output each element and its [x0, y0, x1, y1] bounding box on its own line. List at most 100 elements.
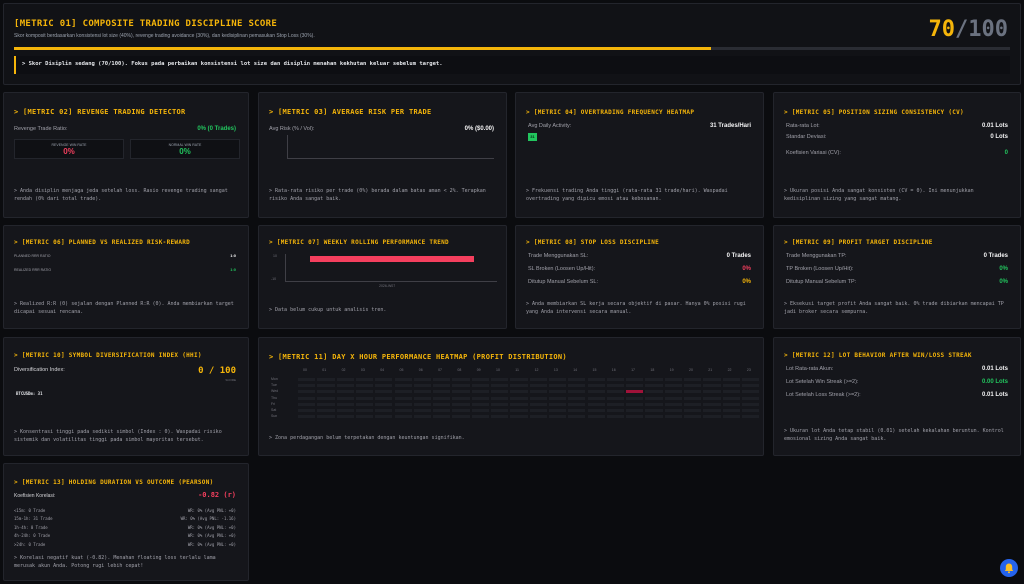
heatmap-cell[interactable] — [374, 408, 394, 413]
heatmap-cell[interactable] — [451, 408, 471, 413]
heatmap-cell[interactable] — [625, 408, 645, 413]
heatmap-cell[interactable] — [547, 395, 568, 401]
heatmap-cell[interactable] — [316, 401, 336, 407]
heatmap-cell[interactable] — [567, 395, 587, 401]
heatmap-cell[interactable] — [393, 389, 413, 395]
heatmap-cell[interactable] — [509, 383, 529, 389]
heatmap-cell[interactable] — [297, 383, 317, 389]
heatmap-cell[interactable] — [374, 401, 394, 407]
heatmap-cell[interactable] — [393, 395, 413, 401]
heatmap-cell[interactable] — [412, 377, 433, 382]
heatmap-cell[interactable] — [683, 377, 703, 382]
heatmap-cell[interactable] — [625, 389, 645, 395]
heatmap-cell[interactable] — [412, 389, 433, 395]
heatmap-cell[interactable] — [605, 383, 626, 389]
heatmap-cell[interactable] — [335, 395, 355, 401]
heatmap-cell[interactable] — [586, 408, 606, 413]
heatmap-cell[interactable] — [297, 377, 317, 382]
heatmap-cell[interactable] — [605, 395, 626, 401]
heatmap-cell[interactable] — [567, 414, 587, 420]
heatmap-cell[interactable] — [721, 383, 741, 389]
heatmap-cell[interactable] — [335, 383, 355, 389]
heatmap-cell[interactable] — [509, 389, 529, 395]
heatmap-cell[interactable] — [316, 389, 336, 395]
heatmap-cell[interactable] — [547, 414, 568, 420]
heatmap-cell[interactable] — [644, 395, 664, 401]
heatmap-cell[interactable] — [740, 414, 761, 420]
heatmap-cell[interactable] — [567, 408, 587, 413]
heatmap-cell[interactable] — [374, 377, 394, 382]
heatmap-cell[interactable] — [547, 377, 568, 382]
heatmap-cell[interactable] — [663, 408, 683, 413]
heatmap-cell[interactable] — [412, 383, 433, 389]
heatmap-cell[interactable] — [528, 383, 548, 389]
heatmap-cell[interactable] — [625, 401, 645, 407]
heatmap-cell[interactable] — [470, 401, 490, 407]
heatmap-cell[interactable] — [451, 377, 471, 382]
heatmap-cell[interactable] — [547, 383, 568, 389]
heatmap-cell[interactable] — [740, 389, 761, 395]
heatmap-cell[interactable] — [702, 389, 722, 395]
heatmap-cell[interactable] — [490, 414, 510, 420]
heatmap-cell[interactable] — [451, 401, 471, 407]
heatmap-cell[interactable] — [644, 414, 664, 420]
heatmap-cell[interactable] — [490, 383, 510, 389]
heatmap-cell[interactable] — [663, 389, 683, 395]
heatmap-cell[interactable] — [644, 401, 664, 407]
heatmap-cell[interactable] — [644, 377, 664, 382]
heatmap-cell[interactable] — [374, 395, 394, 401]
heatmap-cell[interactable] — [393, 414, 413, 420]
heatmap-cell[interactable] — [663, 401, 683, 407]
heatmap-cell[interactable] — [490, 389, 510, 395]
heatmap-cell[interactable] — [335, 401, 355, 407]
heatmap-cell[interactable] — [528, 395, 548, 401]
heatmap-cell[interactable] — [721, 389, 741, 395]
heatmap-cell[interactable] — [432, 395, 452, 401]
heatmap-cell[interactable] — [412, 414, 433, 420]
heatmap-cell[interactable] — [721, 414, 741, 420]
heatmap-cell[interactable] — [354, 414, 375, 420]
heatmap-cell[interactable] — [354, 377, 375, 382]
heatmap-cell[interactable] — [393, 377, 413, 382]
heatmap-cell[interactable] — [605, 414, 626, 420]
heatmap-cell[interactable] — [490, 395, 510, 401]
heatmap-cell[interactable] — [740, 401, 761, 407]
heatmap-cell[interactable] — [683, 383, 703, 389]
heatmap-cell[interactable] — [644, 408, 664, 413]
heatmap-cell[interactable] — [663, 383, 683, 389]
heatmap-cell[interactable] — [702, 377, 722, 382]
heatmap-cell[interactable] — [470, 414, 490, 420]
heatmap-cell[interactable] — [605, 389, 626, 395]
heatmap-cell[interactable] — [625, 395, 645, 401]
heatmap-cell[interactable] — [451, 389, 471, 395]
heatmap-cell[interactable] — [297, 401, 317, 407]
heatmap-cell[interactable] — [354, 389, 375, 395]
heatmap-cell[interactable] — [335, 377, 355, 382]
heatmap-cell[interactable] — [470, 395, 490, 401]
heatmap-cell[interactable] — [586, 389, 606, 395]
heatmap-cell[interactable] — [374, 389, 394, 395]
heatmap-cell[interactable] — [528, 408, 548, 413]
heatmap-cell[interactable] — [683, 414, 703, 420]
heatmap-cell[interactable] — [586, 383, 606, 389]
heatmap-cell[interactable] — [393, 401, 413, 407]
heatmap-cell[interactable] — [316, 377, 336, 382]
heatmap-cell[interactable] — [547, 389, 568, 395]
heatmap-cell[interactable] — [451, 414, 471, 420]
heatmap-cell[interactable] — [354, 408, 375, 413]
heatmap-cell[interactable] — [335, 414, 355, 420]
heatmap-cell[interactable] — [297, 395, 317, 401]
heatmap-cell[interactable] — [625, 414, 645, 420]
heatmap-cell[interactable] — [393, 408, 413, 413]
heatmap-cell[interactable] — [663, 377, 683, 382]
heatmap-cell[interactable] — [547, 401, 568, 407]
heatmap-cell[interactable] — [740, 408, 761, 413]
heatmap-cell[interactable] — [625, 377, 645, 382]
heatmap-cell[interactable] — [605, 408, 626, 413]
heatmap-cell[interactable] — [470, 389, 490, 395]
heatmap-cell[interactable] — [663, 414, 683, 420]
heatmap-cell[interactable] — [644, 383, 664, 389]
heatmap-cell[interactable] — [721, 377, 741, 382]
heatmap-cell[interactable] — [470, 408, 490, 413]
heatmap-cell[interactable] — [374, 383, 394, 389]
